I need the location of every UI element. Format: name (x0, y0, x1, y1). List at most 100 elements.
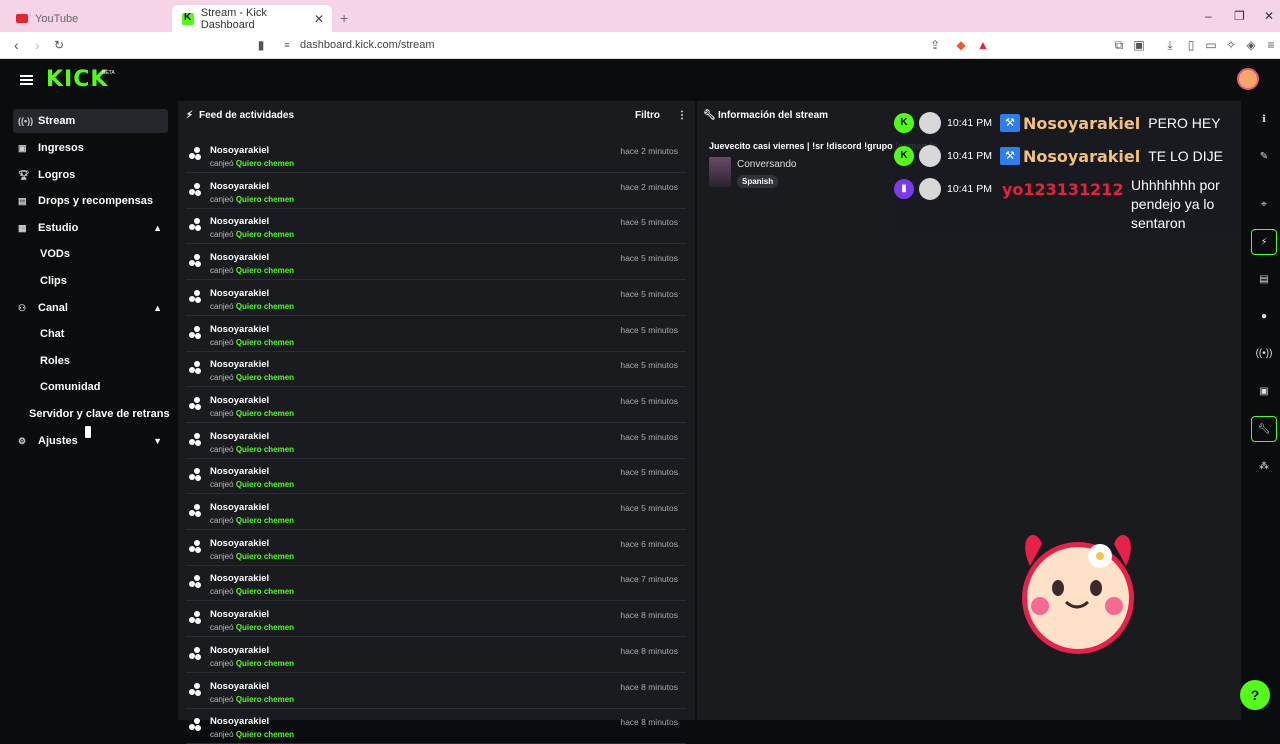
channel-points-icon (189, 504, 201, 517)
feed-username[interactable]: Nosoyarakiel (210, 252, 269, 263)
feed-time: hace 8 minutos (620, 645, 678, 656)
mod-icon[interactable]: ▣ (1251, 379, 1277, 405)
feed-row: Nosoyarakiel canjeó Quiero chemen hace 8 m… (186, 673, 686, 709)
sidebar-item-stream[interactable]: ((•)) Stream (13, 109, 168, 133)
sidebar-item-drops[interactable]: ▤ Drops y recompensas (13, 189, 168, 213)
reload-icon[interactable]: ↻ (54, 38, 64, 52)
feed-username[interactable]: Nosoyarakiel (210, 359, 269, 370)
feed-action: canjeó Quiero chemen (210, 266, 295, 276)
sidebar-item-estudio[interactable]: ▦ Estudio ▲ (13, 216, 168, 240)
vpn-icon[interactable]: ◈ (1244, 38, 1258, 52)
extension-icon[interactable]: ▣ (1132, 38, 1146, 52)
chat-bubble-icon[interactable]: ● (1251, 304, 1277, 330)
close-window-icon[interactable]: ✕ (1264, 9, 1274, 23)
forward-icon[interactable]: › (35, 37, 40, 53)
sidebar-item-chat[interactable]: Chat (40, 328, 64, 340)
pencil-icon[interactable]: ✎ (1251, 144, 1277, 170)
bookmark-icon[interactable]: ▮ (254, 38, 268, 52)
restore-icon[interactable]: ❐ (1234, 9, 1245, 23)
back-icon[interactable]: ‹ (14, 37, 19, 53)
activity-icon[interactable]: ⁂ (1251, 454, 1277, 480)
download-icon[interactable]: ⤓ (1163, 38, 1177, 52)
sidebar-item-vods[interactable]: VODs (40, 248, 70, 260)
channel-icon: ⚇ (18, 302, 27, 313)
sidebar-item-label: Logros (38, 169, 76, 181)
tab-youtube[interactable]: YouTube (6, 5, 166, 32)
kick-badge-icon: K (894, 113, 914, 133)
kebab-menu-icon[interactable]: ⋮ (677, 110, 687, 121)
sidebar-item-clips[interactable]: Clips (40, 275, 67, 287)
info-icon[interactable]: ℹ (1251, 107, 1277, 133)
site-settings-icon[interactable]: ≡ (280, 38, 294, 52)
feed-time: hace 5 minutos (620, 324, 678, 335)
feed-username[interactable]: Nosoyarakiel (210, 324, 269, 335)
feed-username[interactable]: Nosoyarakiel (210, 466, 269, 477)
feed-action: canjeó Quiero chemen (210, 159, 295, 168)
new-tab-icon[interactable]: + (340, 10, 348, 26)
feed-action: canjeó Quiero chemen (210, 551, 295, 561)
feed-username[interactable]: Nosoyarakiel (210, 145, 269, 156)
menu-icon[interactable]: ≡ (1264, 38, 1278, 52)
feed-row: Nosoyarakiel canjeó Quiero chemen hace 7 m… (186, 565, 686, 602)
sidebar-item-logros[interactable]: 🏆︎ Logros (13, 163, 168, 187)
channel-points-icon (189, 396, 201, 410)
feed-action: canjeó Quiero chemen (210, 623, 295, 633)
hamburger-menu-icon[interactable] (20, 75, 33, 85)
sidebar-item-comunidad[interactable]: Comunidad (40, 381, 101, 393)
leo-icon[interactable]: ✧ (1224, 38, 1238, 52)
notes-icon[interactable]: ▤ (1251, 267, 1277, 293)
feed-row: Nosoyarakiel canjeó Quiero chemen hace 2 m… (186, 173, 686, 209)
lightning-icon[interactable]: ⚡︎ (1251, 229, 1277, 255)
feed-time: hace 5 minutos (620, 360, 678, 371)
feed-row: Nosoyarakiel canjeó Quiero chemen hace 8 m… (186, 601, 686, 638)
brave-shield-icon[interactable]: ◆ (954, 38, 968, 52)
sidebar-item-roles[interactable]: Roles (40, 355, 70, 367)
feed-action: canjeó Quiero chemen (210, 194, 295, 204)
extensions-icon[interactable]: ⧉ (1112, 38, 1126, 52)
feed-username[interactable]: Nosoyarakiel (210, 538, 269, 549)
mascot-sticker (1022, 535, 1134, 654)
wrench-icon[interactable]: 🔧︎ (1251, 416, 1277, 442)
minimize-icon[interactable]: – (1205, 9, 1212, 23)
avatar (919, 112, 941, 134)
feed-time: hace 5 minutos (620, 217, 678, 228)
help-icon[interactable]: ? (1240, 680, 1270, 710)
feed-username[interactable]: Nosoyarakiel (210, 502, 269, 513)
feed-username[interactable]: Nosoyarakiel (210, 716, 269, 727)
filter-button[interactable]: Filtro (635, 110, 660, 121)
feed-time: hace 6 minutos (620, 538, 678, 549)
sidebar-item-canal[interactable]: ⚇ Canal ▲ (13, 296, 168, 320)
feed-username[interactable]: Nosoyarakiel (210, 288, 269, 299)
feed-time: hace 8 minutos (620, 610, 678, 621)
sidebar-item-servidor[interactable]: Servidor y clave de retrans (29, 408, 170, 420)
tab-kick-dashboard[interactable]: Stream - Kick Dashboard ✕ (172, 5, 332, 32)
share-icon[interactable]: ⇪ (928, 38, 942, 52)
feed-username[interactable]: Nosoyarakiel (210, 609, 269, 620)
chat-time: 10:41 PM (947, 150, 992, 162)
feed-username[interactable]: Nosoyarakiel (210, 573, 269, 584)
sidebar-toggle-icon[interactable]: ▯ (1184, 38, 1198, 52)
wallet-icon[interactable]: ▭ (1204, 38, 1218, 52)
scan-icon[interactable]: ⌖ (1251, 192, 1277, 218)
url-text[interactable]: dashboard.kick.com/stream (300, 39, 435, 51)
chat-username: Nosoyarakiel (1022, 113, 1141, 133)
channel-points-icon (189, 611, 201, 625)
gear-icon: ⚙ (18, 435, 27, 446)
feed-time: hace 7 minutos (620, 574, 678, 585)
kick-logo[interactable]: KICK (46, 67, 108, 92)
feed-username[interactable]: Nosoyarakiel (210, 431, 269, 442)
feed-action: canjeó Quiero chemen (210, 516, 295, 525)
feed-username[interactable]: Nosoyarakiel (210, 395, 269, 406)
close-tab-icon[interactable]: ✕ (314, 12, 324, 26)
sidebar-item-label: Stream (38, 115, 76, 127)
feed-username[interactable]: Nosoyarakiel (210, 181, 269, 192)
rewards-icon[interactable]: ▲ (976, 38, 990, 52)
feed-username[interactable]: Nosoyarakiel (210, 216, 269, 227)
feed-username[interactable]: Nosoyarakiel (210, 681, 269, 692)
feed-username[interactable]: Nosoyarakiel (210, 645, 269, 656)
youtube-icon (16, 14, 28, 23)
user-avatar[interactable] (1237, 68, 1259, 90)
broadcast-icon[interactable]: ((•)) (1251, 341, 1277, 367)
lightning-icon: ⚡︎ (186, 110, 194, 121)
sidebar-item-ingresos[interactable]: ▣ Ingresos (13, 136, 168, 160)
